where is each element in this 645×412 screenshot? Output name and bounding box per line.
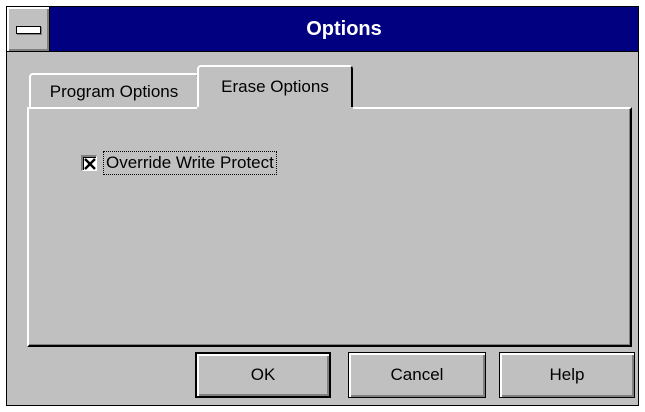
checkmark-x-icon [84, 158, 96, 170]
checkbox-box[interactable] [81, 155, 97, 171]
ok-button[interactable]: OK [195, 352, 331, 398]
dialog-title: Options [306, 18, 382, 40]
tab-program-options[interactable]: Program Options [29, 73, 199, 107]
title-bar[interactable]: Options [7, 7, 638, 52]
options-dialog: Options Program Options Erase Options Ov… [6, 6, 639, 406]
erase-options-panel: Override Write Protect [27, 107, 632, 347]
system-menu-button[interactable] [7, 7, 50, 51]
override-write-protect-checkbox[interactable]: Override Write Protect [81, 151, 277, 175]
cancel-button[interactable]: Cancel [348, 352, 486, 398]
system-menu-icon [16, 26, 41, 34]
override-write-protect-label: Override Write Protect [103, 151, 277, 175]
tab-erase-options[interactable]: Erase Options [197, 65, 353, 112]
help-button[interactable]: Help [499, 352, 635, 398]
